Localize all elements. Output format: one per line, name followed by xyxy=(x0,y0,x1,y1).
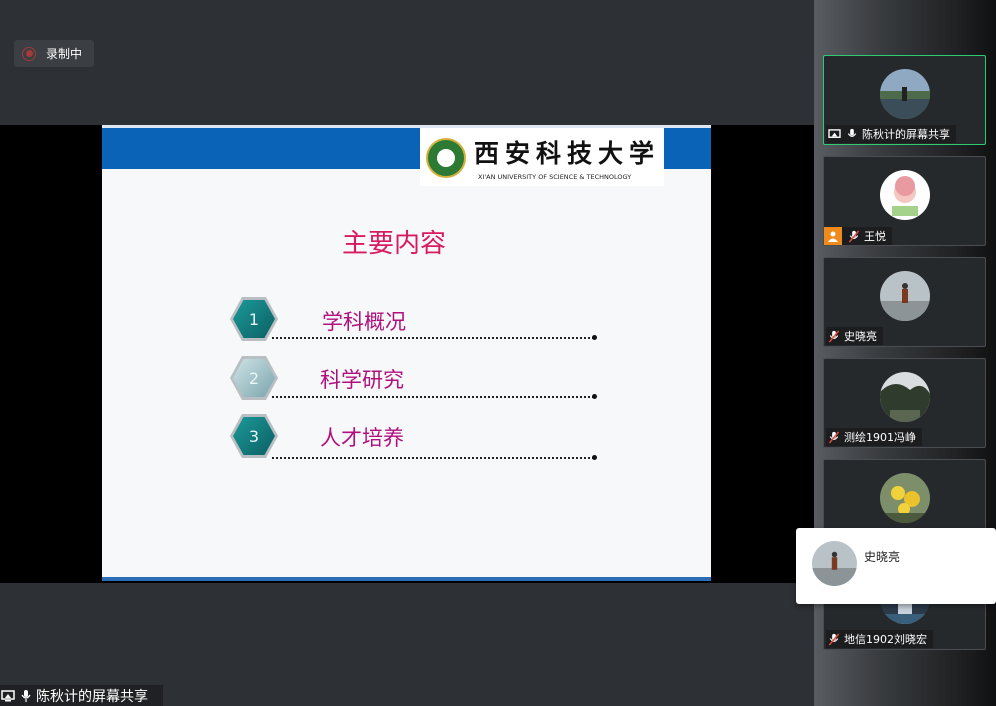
avatar xyxy=(880,69,930,119)
record-icon xyxy=(22,46,36,61)
item-label-1: 学科概况 xyxy=(322,310,406,334)
microphone-muted-icon xyxy=(826,328,842,344)
participant-name-label: 王悦 xyxy=(824,227,892,245)
participant-name-label: 测绘1901冯峥 xyxy=(826,428,922,446)
microphone-icon xyxy=(18,688,34,704)
participant-tile[interactable]: 测绘1901冯峥 xyxy=(823,358,986,448)
participant-tile[interactable]: 王悦 xyxy=(823,156,986,246)
item-badge-2: 2 xyxy=(230,356,278,400)
screen-share-name: 陈秋计的屏幕共享 xyxy=(36,688,148,705)
participant-tile[interactable]: 陈秋计的屏幕共享 xyxy=(823,55,986,145)
item-divider-2 xyxy=(272,394,597,399)
participant-tile[interactable]: 史晓亮 xyxy=(823,257,986,347)
microphone-icon xyxy=(844,126,860,142)
screen-share-icon xyxy=(0,688,16,704)
person-icon xyxy=(824,227,842,245)
slide-title: 主要内容 xyxy=(342,229,447,259)
participant-hover-card[interactable]: 史晓亮 xyxy=(796,528,996,604)
university-seal-icon xyxy=(426,138,466,178)
shared-slide: 西安科技大学 XI'AN UNIVERSITY OF SCIENCE & TEC… xyxy=(102,125,711,581)
recording-label: 录制中 xyxy=(46,47,83,61)
avatar xyxy=(880,271,930,321)
item-label-3: 人才培养 xyxy=(320,426,404,450)
item-divider-1 xyxy=(272,335,597,340)
microphone-muted-icon xyxy=(826,631,842,647)
participant-name-label: 陈秋计的屏幕共享 xyxy=(826,125,956,143)
avatar xyxy=(880,372,930,422)
microphone-muted-icon xyxy=(846,228,862,244)
university-name-cn: 西安科技大学 xyxy=(474,139,661,168)
participant-name-label: 史晓亮 xyxy=(826,327,883,345)
item-divider-3 xyxy=(272,455,597,460)
university-name-en: XI'AN UNIVERSITY OF SCIENCE & TECHNOLOGY xyxy=(478,173,632,181)
hover-card-name: 史晓亮 xyxy=(864,550,901,564)
item-label-2: 科学研究 xyxy=(320,368,404,392)
university-logo: 西安科技大学 XI'AN UNIVERSITY OF SCIENCE & TEC… xyxy=(420,128,664,186)
avatar xyxy=(812,541,857,586)
item-badge-1: 1 xyxy=(230,297,278,341)
item-badge-3: 3 xyxy=(230,414,278,458)
screen-share-label: 陈秋计的屏幕共享 xyxy=(0,685,163,706)
slide-footer-band xyxy=(102,577,711,581)
avatar xyxy=(880,170,930,220)
recording-indicator[interactable]: 录制中 xyxy=(14,40,94,67)
avatar xyxy=(880,473,930,523)
microphone-muted-icon xyxy=(826,429,842,445)
participant-name-label: 地信1902刘晓宏 xyxy=(826,630,933,648)
screen-share-icon xyxy=(826,126,842,142)
